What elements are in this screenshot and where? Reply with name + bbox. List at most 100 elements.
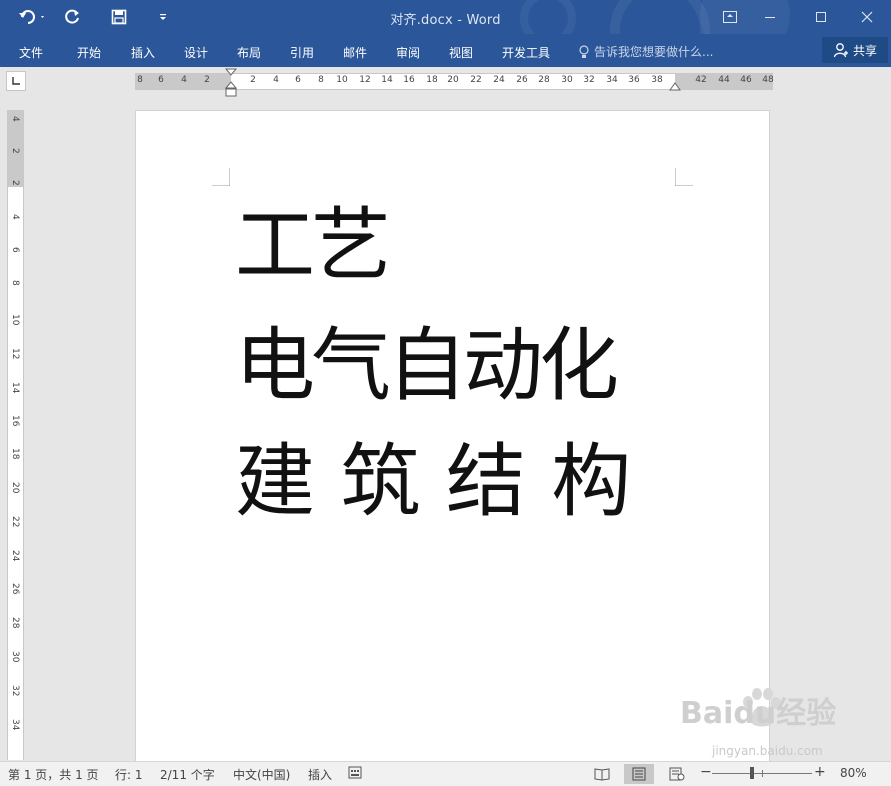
ruler-tick-label: 4 [10, 116, 20, 122]
ruler-tick-label: 8 [318, 75, 324, 85]
document-line[interactable]: 工艺 [235, 206, 391, 286]
macro-recording-button[interactable] [348, 765, 362, 782]
crop-mark-top-right [675, 168, 693, 186]
tab-review[interactable]: 审阅 [396, 44, 420, 61]
tell-me-label: 告诉我您想要做什么... [594, 45, 714, 59]
watermark-brand: Baidu经验 [680, 696, 837, 731]
ruler-tick-label: 20 [10, 482, 20, 494]
document-line[interactable]: 电气自动化 [235, 326, 619, 406]
zoom-level[interactable]: 80% [840, 766, 867, 780]
first-line-indent-marker[interactable] [224, 68, 238, 98]
page-indicator[interactable]: 第 1 页，共 1 页 [8, 766, 99, 783]
tab-home[interactable]: 开始 [77, 44, 101, 61]
ruler-tick-label: 18 [10, 448, 20, 460]
tab-insert[interactable]: 插入 [131, 44, 155, 61]
read-mode-button[interactable] [587, 764, 617, 784]
watermark-url: jingyan.baidu.com [712, 744, 823, 758]
close-icon [861, 11, 873, 23]
ribbon-tabs: 文件 开始 插入 设计 布局 引用 邮件 审阅 视图 开发工具 告诉我您想要做什… [0, 34, 891, 67]
insert-mode[interactable]: 插入 [308, 766, 332, 783]
close-button[interactable] [852, 6, 882, 28]
line-indicator[interactable]: 行: 1 [115, 766, 143, 783]
ruler-tick-label: 34 [606, 75, 618, 85]
ruler-tick-label: 28 [10, 617, 20, 629]
tab-design[interactable]: 设计 [184, 44, 208, 61]
ruler-tick-label: 22 [10, 516, 20, 528]
ribbon-options-icon [723, 11, 737, 23]
book-icon [594, 768, 610, 781]
tab-developer[interactable]: 开发工具 [502, 44, 550, 61]
ruler-tick-label: 18 [426, 75, 438, 85]
language-indicator[interactable]: 中文(中国) [233, 766, 290, 783]
word-count[interactable]: 2/11 个字 [160, 766, 215, 783]
ruler-tick-label: 16 [10, 415, 20, 427]
ruler-tick-label: 2 [250, 75, 256, 85]
ruler-tick-label: 26 [516, 75, 528, 85]
zoom-in-button[interactable]: + [814, 764, 826, 780]
ruler-tick-label: 4 [273, 75, 279, 85]
ruler-tick-label: 42 [695, 75, 707, 85]
vertical-ruler[interactable]: 4 2 2 4 6 8 10 12 14 16 18 20 22 24 26 28 30 32 34 [7, 110, 24, 760]
share-label: 共享 [852, 43, 877, 58]
ruler-tick-label: 34 [10, 719, 20, 731]
tab-file[interactable]: 文件 [19, 44, 43, 61]
lightbulb-icon [579, 44, 589, 58]
zoom-out-button[interactable]: − [700, 764, 712, 780]
ruler-tick-label: 24 [10, 550, 20, 562]
print-layout-icon [632, 767, 646, 781]
ruler-tick-label: 10 [336, 75, 348, 85]
ruler-tick-label: 14 [10, 382, 20, 394]
ruler-tick-label: 8 [137, 75, 143, 85]
ruler-tick-label: 44 [718, 75, 730, 85]
ruler-tick-label: 4 [181, 75, 187, 85]
tell-me-box[interactable]: 告诉我您想要做什么... [578, 43, 713, 60]
ruler-tick-label: 32 [583, 75, 595, 85]
ruler-tick-label: 4 [10, 214, 20, 220]
ruler-tick-label: 30 [10, 651, 20, 663]
ruler-tick-label: 28 [538, 75, 550, 85]
ruler-tick-label: 48 [762, 75, 774, 85]
ruler-tick-label: 10 [10, 314, 20, 326]
web-layout-button[interactable] [662, 764, 692, 784]
ruler-tick-label: 16 [403, 75, 415, 85]
ruler-tick-label: 14 [381, 75, 393, 85]
share-button[interactable]: 共享 [822, 37, 888, 63]
ribbon-display-button[interactable] [715, 6, 745, 28]
tab-selector[interactable] [6, 71, 26, 91]
ruler-tick-label: 12 [359, 75, 371, 85]
ruler-tick-label: 30 [561, 75, 573, 85]
status-bar: 第 1 页，共 1 页 行: 1 2/11 个字 中文(中国) 插入 − + 8… [0, 761, 891, 786]
maximize-button[interactable] [806, 6, 836, 28]
print-layout-button[interactable] [624, 764, 654, 784]
ruler-tick-label: 2 [204, 75, 210, 85]
left-tab-icon [12, 77, 20, 85]
ruler-tick-label: 8 [10, 280, 20, 286]
macro-icon [348, 766, 362, 779]
ruler-tick-label: 26 [10, 583, 20, 595]
ruler-tick-label: 6 [10, 247, 20, 253]
zoom-100-mark [762, 770, 763, 777]
ruler-tick-label: 46 [740, 75, 752, 85]
right-indent-marker[interactable] [668, 80, 682, 92]
minimize-icon [765, 17, 775, 18]
tab-references[interactable]: 引用 [290, 44, 314, 61]
ruler-tick-label: 36 [628, 75, 640, 85]
tab-mailings[interactable]: 邮件 [343, 44, 367, 61]
maximize-icon [816, 12, 826, 22]
ruler-tick-label: 6 [158, 75, 164, 85]
ruler-tick-label: 2 [10, 180, 20, 186]
ruler-tick-label: 2 [10, 148, 20, 154]
tab-layout[interactable]: 布局 [237, 44, 261, 61]
ruler-tick-label: 38 [651, 75, 663, 85]
web-layout-icon [669, 767, 685, 781]
ruler-tick-label: 12 [10, 348, 20, 360]
ruler-tick-label: 22 [470, 75, 482, 85]
tab-view[interactable]: 视图 [449, 44, 473, 61]
title-bar: 对齐.docx - Word [0, 0, 891, 34]
crop-mark-top-left [212, 168, 230, 186]
document-line[interactable]: 建 筑 结 构 [235, 442, 631, 522]
minimize-button[interactable] [755, 6, 785, 28]
zoom-slider-thumb[interactable] [750, 767, 754, 779]
ruler-tick-label: 24 [493, 75, 505, 85]
ruler-tick-label: 6 [295, 75, 301, 85]
